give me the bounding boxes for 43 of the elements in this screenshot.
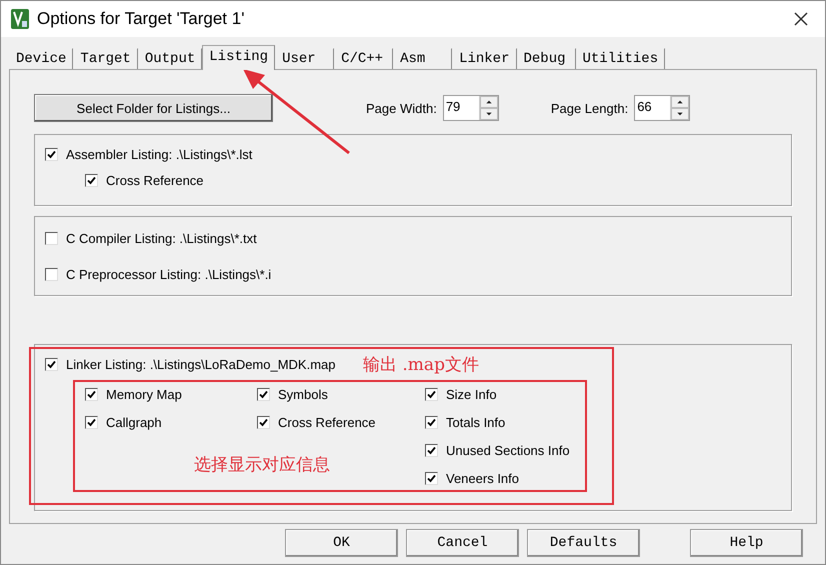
checkbox-label: Size Info	[446, 386, 497, 402]
checkbox-label: Callgraph	[106, 414, 162, 430]
checkbox-label: Totals Info	[446, 414, 506, 430]
checkbox[interactable]	[257, 416, 270, 428]
window-title: Options for Target 'Target 1'	[37, 9, 246, 29]
number-spinner[interactable]: 79	[442, 95, 499, 121]
checkbox[interactable]	[257, 388, 270, 400]
checkbox-label: Assembler Listing: .\Listings\*.lst	[66, 146, 252, 162]
annotation-text: 输出 .map文件	[363, 354, 479, 376]
checkbox[interactable]	[85, 174, 98, 186]
select-folder-button[interactable]: Select Folder for Listings...	[34, 94, 273, 122]
checkbox[interactable]	[425, 472, 438, 484]
checkbox[interactable]	[85, 388, 98, 400]
number-spinner[interactable]: 66	[634, 95, 690, 121]
annotation-text: 选择显示对应信息	[194, 454, 330, 476]
checkbox-label: Memory Map	[106, 386, 182, 402]
checkbox-label: Veneers Info	[446, 470, 519, 486]
checkbox[interactable]	[45, 268, 58, 280]
tab[interactable]: Debug	[516, 48, 576, 69]
tab[interactable]: Utilities	[576, 48, 666, 69]
checkbox-label: Cross Reference	[278, 414, 376, 430]
checkbox-label: Cross Reference	[106, 172, 204, 188]
tab[interactable]: Listing	[202, 45, 276, 70]
spinner-label: Page Length:	[550, 100, 628, 116]
checkbox[interactable]	[425, 416, 438, 428]
checkbox-label: Unused Sections Info	[446, 442, 570, 458]
checkbox-label: Symbols	[278, 386, 328, 402]
checkbox-label: C Preprocessor Listing: .\Listings\*.i	[66, 266, 272, 282]
dialog-button[interactable]: Defaults	[527, 529, 640, 557]
checkbox[interactable]	[45, 358, 58, 370]
dialog-button[interactable]: Cancel	[406, 529, 519, 557]
checkbox[interactable]	[425, 444, 438, 456]
close-icon[interactable]	[793, 11, 809, 27]
checkbox-label: C Compiler Listing: .\Listings\*.txt	[66, 230, 257, 246]
checkbox[interactable]	[425, 388, 438, 400]
checkbox-label: Linker Listing: .\Listings\LoRaDemo_MDK.map	[66, 356, 336, 372]
checkbox[interactable]	[45, 232, 58, 244]
checkbox[interactable]	[45, 148, 58, 160]
checkbox[interactable]	[85, 416, 98, 428]
dialog-button[interactable]: Help	[690, 529, 803, 557]
app-logo-icon	[11, 9, 29, 29]
spinner-label: Page Width:	[366, 100, 437, 116]
dialog-button[interactable]: OK	[285, 529, 398, 557]
